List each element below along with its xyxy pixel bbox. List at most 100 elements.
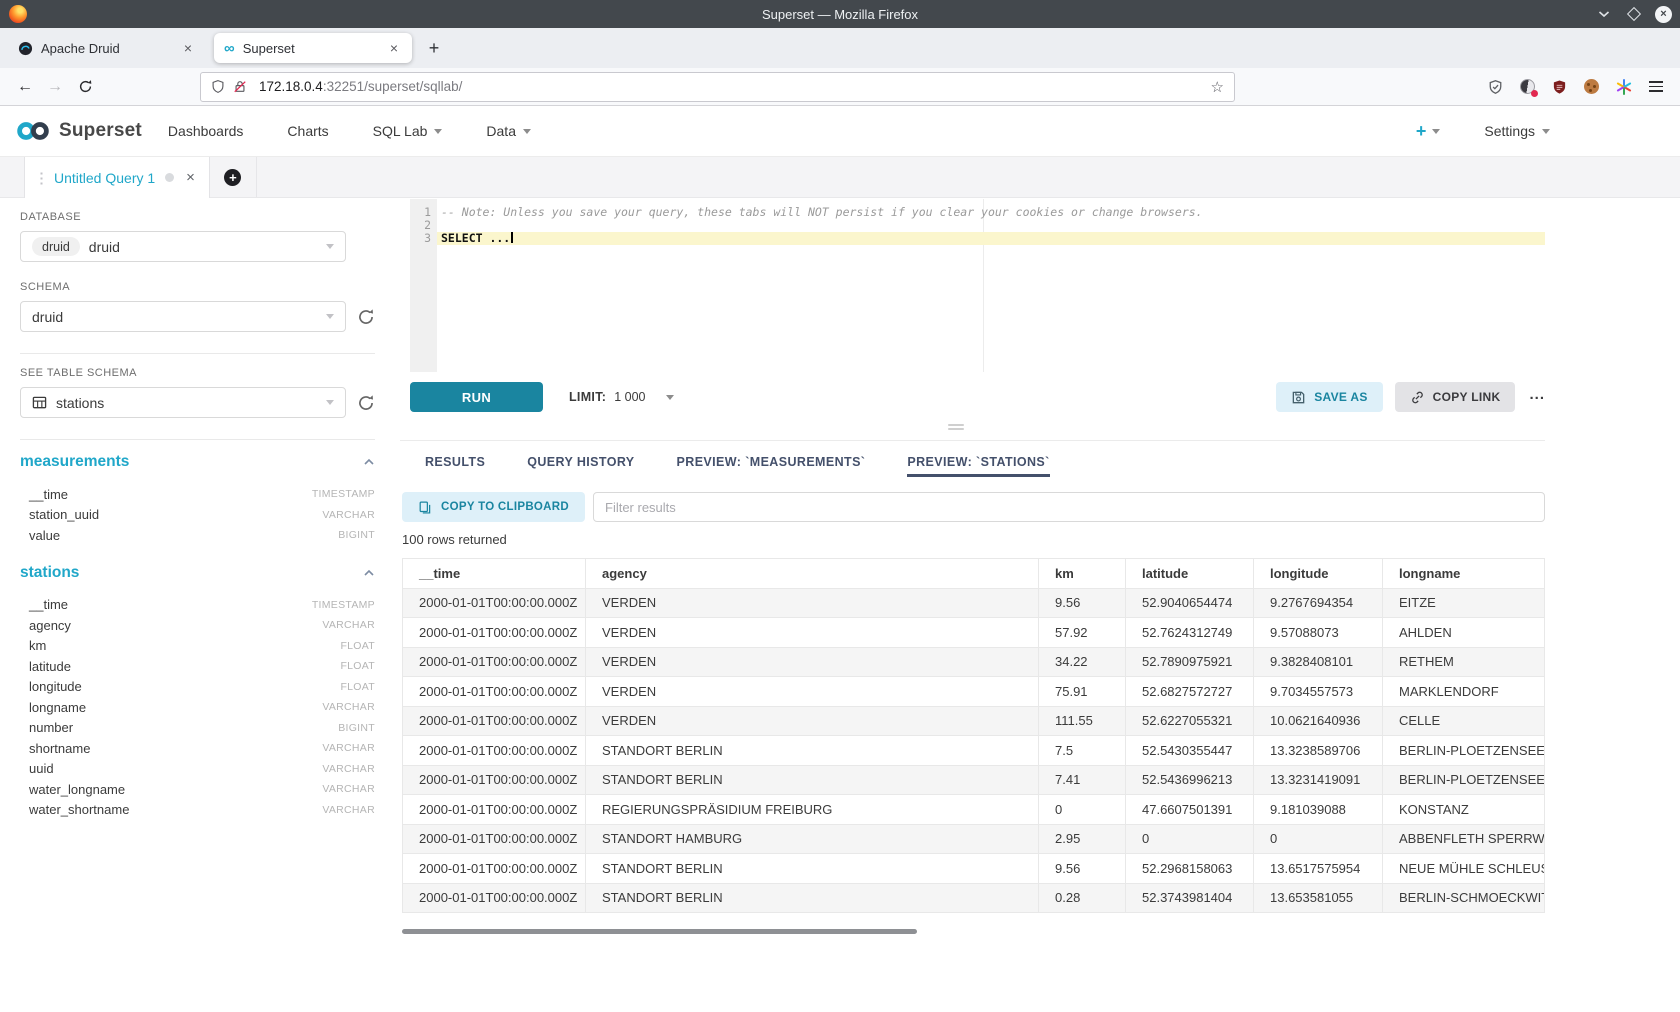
table-row: 2000-01-01T00:00:00.000ZSTANDORT BERLIN9… (403, 854, 1545, 884)
query-tab-close-icon[interactable]: × (186, 169, 195, 186)
column-header[interactable]: __time (403, 559, 586, 589)
chevron-down-icon (326, 244, 334, 249)
new-tab-button[interactable]: + (420, 34, 448, 62)
nav-item-sql-lab[interactable]: SQL Lab (373, 123, 443, 139)
schema-column-row: longitudeFLOAT (20, 677, 375, 698)
cookie-extension-icon[interactable] (1583, 78, 1600, 95)
nav-item-dashboards[interactable]: Dashboards (168, 123, 244, 139)
column-name: number (29, 720, 73, 735)
insecure-lock-icon[interactable] (233, 79, 247, 94)
tab-query-history[interactable]: QUERY HISTORY (527, 447, 634, 477)
table-cell: 75.91 (1039, 677, 1126, 707)
window-minimize-icon[interactable] (1595, 5, 1613, 23)
column-type: VARCHAR (322, 509, 375, 521)
copy-to-clipboard-button[interactable]: COPY TO CLIPBOARD (402, 492, 585, 522)
bookmark-star-icon[interactable]: ☆ (1211, 78, 1224, 96)
url-bar[interactable]: 172.18.0.4:32251/superset/sqllab/ ☆ (200, 72, 1235, 102)
tab-preview-measurements[interactable]: PREVIEW: `MEASUREMENTS` (677, 447, 866, 477)
shield-icon[interactable] (211, 79, 225, 94)
settings-menu[interactable]: Settings (1484, 123, 1550, 139)
table-cell: 13.3231419091 (1254, 765, 1383, 795)
table-cell: CELLE (1383, 706, 1545, 736)
browser-tab-apache-druid[interactable]: Apache Druid × (8, 33, 206, 63)
window-close-icon[interactable]: × (1655, 6, 1672, 23)
pane-splitter-handle[interactable] (948, 424, 964, 430)
tab-results[interactable]: RESULTS (425, 447, 485, 477)
shield-extension-icon[interactable] (1487, 78, 1504, 95)
navbar-menu: Dashboards Charts SQL Lab Data (168, 123, 531, 139)
column-type: BIGINT (338, 529, 375, 541)
query-tab-untitled-query-1[interactable]: Untitled Query 1 × (24, 157, 210, 198)
line-number: 3 (410, 232, 437, 245)
row-count-text: 100 rows returned (402, 532, 507, 547)
copy-link-button[interactable]: COPY LINK (1395, 382, 1516, 412)
column-type: VARCHAR (322, 783, 375, 795)
sql-statement: SELECT ... (441, 231, 510, 245)
table-cell: STANDORT BERLIN (586, 736, 1039, 766)
table-section-measurements[interactable]: measurements (20, 453, 375, 471)
ublock-origin-icon[interactable] (1551, 78, 1568, 95)
column-header[interactable]: longname (1383, 559, 1545, 589)
table-cell: 0.28 (1039, 883, 1126, 913)
results-controls: COPY TO CLIPBOARD (402, 492, 1545, 522)
tab-close-icon[interactable]: × (180, 40, 196, 56)
reload-button[interactable] (70, 73, 100, 101)
column-name: station_uuid (29, 507, 99, 522)
chevron-down-icon (523, 129, 531, 134)
table-cell: 111.55 (1039, 706, 1126, 736)
table-cell: 52.3743981404 (1126, 883, 1254, 913)
limit-dropdown[interactable]: LIMIT: 1 000 (569, 390, 674, 404)
schema-select[interactable]: druid (20, 301, 346, 332)
extension-icons (1487, 78, 1670, 95)
column-header[interactable]: agency (586, 559, 1039, 589)
tab-preview-stations[interactable]: PREVIEW: `STATIONS` (907, 447, 1049, 477)
add-query-tab-button[interactable]: + (210, 157, 257, 197)
run-button[interactable]: RUN (410, 382, 543, 412)
filter-results-input[interactable] (593, 492, 1545, 522)
table-section-stations[interactable]: stations (20, 564, 375, 582)
table-cell: VERDEN (586, 706, 1039, 736)
superset-logo[interactable]: Superset (14, 120, 142, 142)
tab-close-icon[interactable]: × (386, 40, 402, 56)
table-cell: 9.56 (1039, 854, 1126, 884)
column-header[interactable]: longitude (1254, 559, 1383, 589)
forward-button[interactable]: → (40, 73, 70, 101)
table-cell: STANDORT BERLIN (586, 883, 1039, 913)
table-row: 2000-01-01T00:00:00.000ZVERDEN9.5652.904… (403, 588, 1545, 618)
window-maximize-icon[interactable] (1625, 5, 1643, 23)
table-cell: MARKLENDORF (1383, 677, 1545, 707)
schema-refresh-button[interactable] (357, 308, 375, 326)
save-as-button[interactable]: SAVE AS (1276, 382, 1382, 412)
mask-extension-icon[interactable] (1519, 78, 1536, 95)
results-table: __timeagencykmlatitudelongitudelongname … (402, 558, 1545, 913)
column-type: FLOAT (340, 640, 375, 652)
column-header[interactable]: km (1039, 559, 1126, 589)
column-header[interactable]: latitude (1126, 559, 1254, 589)
table-cell: 7.5 (1039, 736, 1126, 766)
nav-item-charts[interactable]: Charts (287, 123, 328, 139)
chevron-down-icon (434, 129, 442, 134)
drag-handle-icon[interactable] (39, 171, 44, 185)
column-type: TIMESTAMP (312, 488, 375, 500)
table-refresh-button[interactable] (357, 394, 375, 412)
database-select[interactable]: druid druid (20, 231, 346, 262)
column-type: VARCHAR (322, 742, 375, 754)
table-cell: 2000-01-01T00:00:00.000Z (403, 883, 586, 913)
table-select[interactable]: stations (20, 387, 346, 418)
browser-tab-superset[interactable]: ∞ Superset × (214, 33, 412, 63)
more-menu-button[interactable]: ... (1529, 386, 1545, 403)
sql-editor[interactable]: 1 2 3 -- Note: Unless you save your quer… (410, 199, 1545, 372)
editor-lines: -- Note: Unless you save your query, the… (437, 199, 1545, 245)
menu-icon[interactable] (1647, 78, 1664, 95)
table-cell: 2000-01-01T00:00:00.000Z (403, 677, 586, 707)
add-new-button[interactable]: + (1416, 121, 1441, 142)
asterisk-extension-icon[interactable] (1615, 78, 1632, 95)
table-cell: 2000-01-01T00:00:00.000Z (403, 736, 586, 766)
url-text[interactable]: 172.18.0.4:32251/superset/sqllab/ (259, 79, 462, 94)
nav-item-data[interactable]: Data (486, 123, 531, 139)
column-name: water_shortname (29, 802, 129, 817)
column-type: VARCHAR (322, 804, 375, 816)
column-name: longitude (29, 679, 82, 694)
back-button[interactable]: ← (10, 73, 40, 101)
horizontal-scrollbar[interactable] (402, 929, 917, 934)
